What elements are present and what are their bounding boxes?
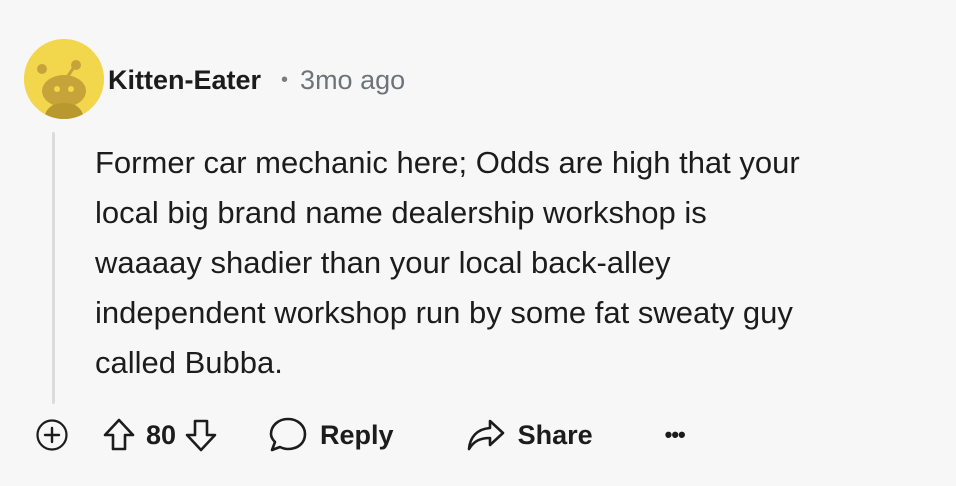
comment-action-bar: 80 Reply Share ••• [30,412,686,458]
vote-group: 80 [102,417,218,453]
share-label: Share [517,419,593,450]
share-arrow-icon [467,419,504,451]
comment-body-line: waaaay shadier than your local back-alle… [95,245,671,280]
expand-thread-button[interactable] [30,413,74,457]
comment-body-line: local big brand name dealership workshop… [95,195,707,230]
vote-count: 80 [146,419,177,450]
comment-header: Kitten-Eater • 3mo ago [108,60,405,100]
share-button[interactable]: Share [466,417,593,453]
comment-body-line: independent workshop run by some fat swe… [95,295,793,330]
username-link[interactable]: Kitten-Eater [108,65,261,96]
upvote-button[interactable] [102,417,136,453]
plus-circle-icon [36,419,68,451]
thread-line[interactable] [52,132,55,404]
speech-bubble-icon [269,417,307,452]
downvote-button[interactable] [184,417,218,453]
reply-button[interactable]: Reply [268,416,394,454]
avatar[interactable] [24,39,104,119]
comment-body-line: Former car mechanic here; Odds are high … [95,145,800,180]
comment-timestamp[interactable]: 3mo ago [300,65,405,96]
snoo-avatar-icon [24,39,104,119]
meta-separator: • [281,68,289,91]
reply-label: Reply [320,419,394,450]
more-options-button[interactable]: ••• [665,422,686,448]
comment: Kitten-Eater • 3mo ago Former car mechan… [0,0,956,486]
arrow-up-icon [103,418,135,451]
arrow-down-icon [185,419,217,452]
comment-body-line: called Bubba. [95,345,283,380]
comment-body: Former car mechanic here; Odds are high … [95,138,935,388]
